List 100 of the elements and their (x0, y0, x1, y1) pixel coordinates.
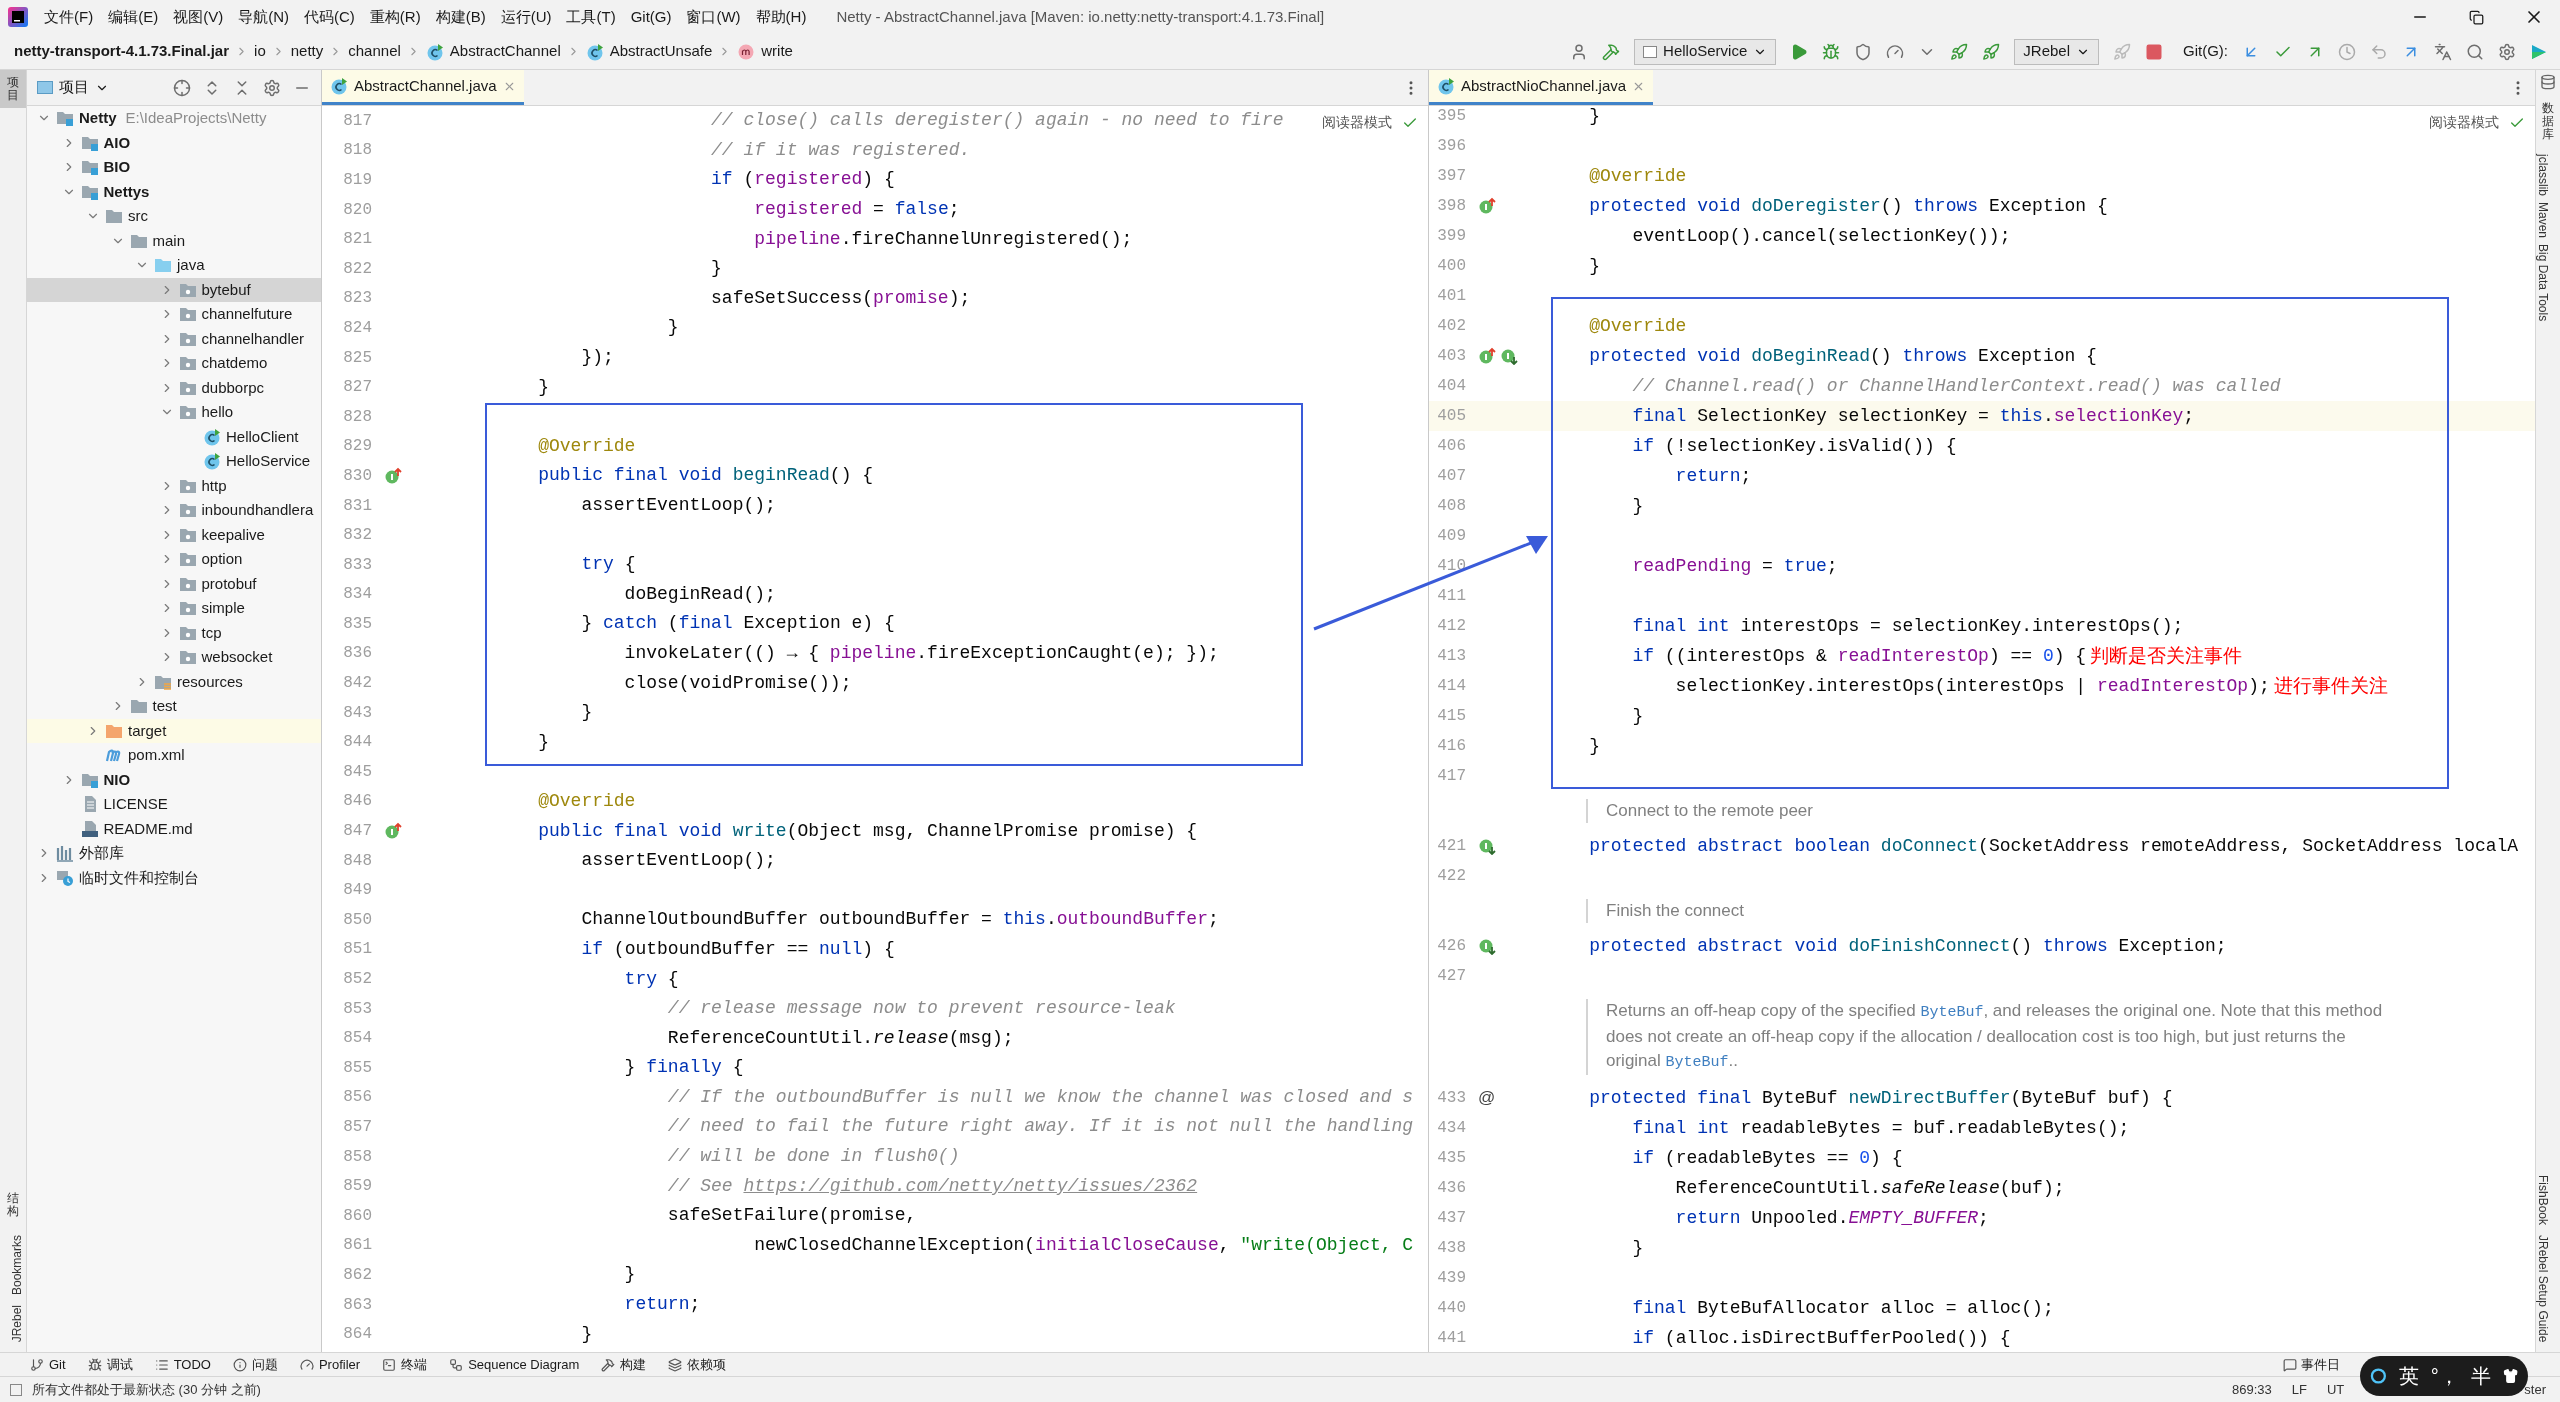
breadcrumb-item[interactable]: netty (290, 40, 324, 63)
menu-item[interactable]: 视图(V) (173, 5, 224, 29)
override-marker-icon[interactable] (384, 466, 402, 485)
tool-window-tab[interactable]: Maven (2536, 201, 2560, 238)
tool-window-button[interactable]: 问题 (251, 1354, 278, 1375)
settings-icon[interactable] (2498, 42, 2516, 61)
stop-icon[interactable] (2145, 42, 2163, 61)
override-marker-icon[interactable] (384, 822, 402, 841)
tool-window-tab[interactable]: jclasslib (2536, 153, 2560, 196)
rocket-icon[interactable] (1982, 42, 2001, 61)
ime-punctuation[interactable]: °， (2430, 1361, 2459, 1391)
translate-icon[interactable] (2434, 42, 2452, 61)
tool-window-button[interactable]: Sequence Diagram (468, 1354, 580, 1375)
shirt-icon[interactable] (2502, 1366, 2518, 1386)
project-view-dropdown[interactable]: 项目 (37, 76, 109, 99)
tree-item[interactable]: 临时文件和控制台 (27, 865, 321, 890)
editor-tab[interactable]: AbstractChannel.java (322, 70, 524, 105)
override-marker-icon[interactable] (1478, 347, 1496, 365)
tree-item[interactable]: channelhandler (27, 326, 321, 351)
menu-item[interactable]: Git(G) (630, 5, 672, 29)
profile-icon[interactable] (1886, 42, 1905, 61)
tree-item[interactable]: BIO (27, 155, 321, 180)
tool-window-button[interactable]: Profiler (318, 1354, 361, 1375)
tool-window-tab[interactable]: 结构 (0, 1186, 26, 1225)
ime-mode[interactable]: 英 (2398, 1361, 2419, 1391)
ime-width[interactable]: 半 (2470, 1361, 2491, 1391)
tree-item[interactable]: resources (27, 669, 321, 694)
rocket-icon[interactable] (1950, 42, 1969, 61)
menu-item[interactable]: 运行(U) (500, 5, 552, 29)
tree-item[interactable]: inboundhandlera (27, 498, 321, 523)
breadcrumb-item[interactable]: write (761, 40, 793, 63)
tool-window-button[interactable]: 调试 (106, 1354, 133, 1375)
tree-item[interactable]: HelloService (27, 449, 321, 474)
implemented-marker-icon[interactable] (1500, 347, 1518, 365)
tool-window-button[interactable]: 依赖项 (687, 1354, 727, 1375)
editor-tab[interactable]: AbstractNioChannel.java (1429, 70, 1654, 105)
tree-item[interactable]: AIO (27, 130, 321, 155)
tree-item[interactable]: simple (27, 596, 321, 621)
event-log-button[interactable]: 事件日 (2301, 1354, 2340, 1375)
tree-item[interactable]: http (27, 473, 321, 498)
git-branch[interactable]: ster (2524, 1379, 2546, 1400)
tree-item[interactable]: protobuf (27, 571, 321, 596)
breadcrumb-item[interactable]: channel (348, 40, 401, 63)
tree-item[interactable]: channelfuture (27, 302, 321, 327)
caret-position[interactable]: 869:33 (2232, 1379, 2272, 1400)
tree-item[interactable]: bytebuf (27, 277, 321, 302)
tree-item[interactable]: Nettys (27, 179, 321, 204)
tree-item[interactable]: 外部库 (27, 841, 321, 866)
tree-item[interactable]: target (27, 718, 321, 743)
menu-item[interactable]: 导航(N) (238, 5, 289, 29)
file-encoding[interactable]: UT (2327, 1379, 2345, 1400)
tool-window-button[interactable]: 构建 (620, 1354, 647, 1375)
reader-mode-label[interactable]: 阅读器模式 (2429, 112, 2499, 133)
menu-item[interactable]: 代码(C) (304, 5, 355, 29)
hammer-icon[interactable] (1602, 42, 1621, 61)
history-icon[interactable] (2338, 42, 2356, 61)
menu-item[interactable]: 帮助(H) (755, 5, 807, 29)
tree-item[interactable]: HelloClient (27, 424, 321, 449)
menu-item[interactable]: 工具(T) (566, 5, 616, 29)
tool-window-tab[interactable]: 数据库 (2536, 96, 2560, 148)
tree-item[interactable]: keepalive (27, 522, 321, 547)
tree-item[interactable]: tcp (27, 620, 321, 645)
menu-item[interactable]: 文件(F) (44, 5, 94, 29)
menu-item[interactable]: 构建(B) (435, 5, 486, 29)
plugin-logo-icon[interactable] (2530, 42, 2548, 61)
menu-item[interactable]: 编辑(E) (108, 5, 159, 29)
tree-item[interactable]: java (27, 253, 321, 278)
tree-item[interactable]: hello (27, 400, 321, 425)
tool-window-tab[interactable]: JRebel Setup Guide (2536, 1234, 2560, 1342)
tool-window-tab[interactable]: Bookmarks (0, 1234, 26, 1295)
search-icon[interactable] (2466, 42, 2484, 61)
database-icon[interactable] (2540, 74, 2556, 90)
tool-window-button[interactable]: Git (49, 1354, 66, 1375)
locate-icon[interactable] (173, 78, 191, 97)
breadcrumb-item[interactable]: AbstractUnsafe (609, 40, 713, 63)
coverage-icon[interactable] (1854, 42, 1873, 61)
gutter-mark[interactable]: @ (1478, 1085, 1496, 1111)
settings-icon[interactable] (263, 78, 281, 97)
debug-icon[interactable] (1822, 42, 1841, 61)
restore-icon[interactable] (2469, 9, 2484, 25)
run-icon[interactable] (1790, 42, 1809, 61)
tool-window-button[interactable]: TODO (173, 1354, 211, 1375)
tool-window-tab[interactable]: FishBook (2536, 1174, 2560, 1225)
override-marker-icon[interactable] (1478, 197, 1496, 215)
breadcrumb-item[interactable]: io (254, 40, 266, 63)
tree-item[interactable]: NIO (27, 767, 321, 792)
tree-item[interactable]: chatdemo (27, 351, 321, 376)
run-config-dropdown[interactable]: HelloService (1634, 38, 1777, 65)
breadcrumb-item[interactable]: AbstractChannel (449, 40, 561, 63)
tree-item[interactable]: README.md (27, 816, 321, 841)
tree-item[interactable]: websocket (27, 645, 321, 670)
tree-item[interactable]: dubborpc (27, 375, 321, 400)
implemented-marker-icon[interactable] (1478, 837, 1496, 855)
tree-item[interactable]: pom.xml (27, 743, 321, 768)
tree-item[interactable]: option (27, 547, 321, 572)
tool-window-tab[interactable]: Big Data Tools (2536, 243, 2560, 321)
tree-item[interactable]: main (27, 228, 321, 253)
status-icon[interactable] (10, 1383, 22, 1396)
reader-mode-label[interactable]: 阅读器模式 (1322, 112, 1392, 133)
menu-item[interactable]: 窗口(W) (686, 5, 741, 29)
